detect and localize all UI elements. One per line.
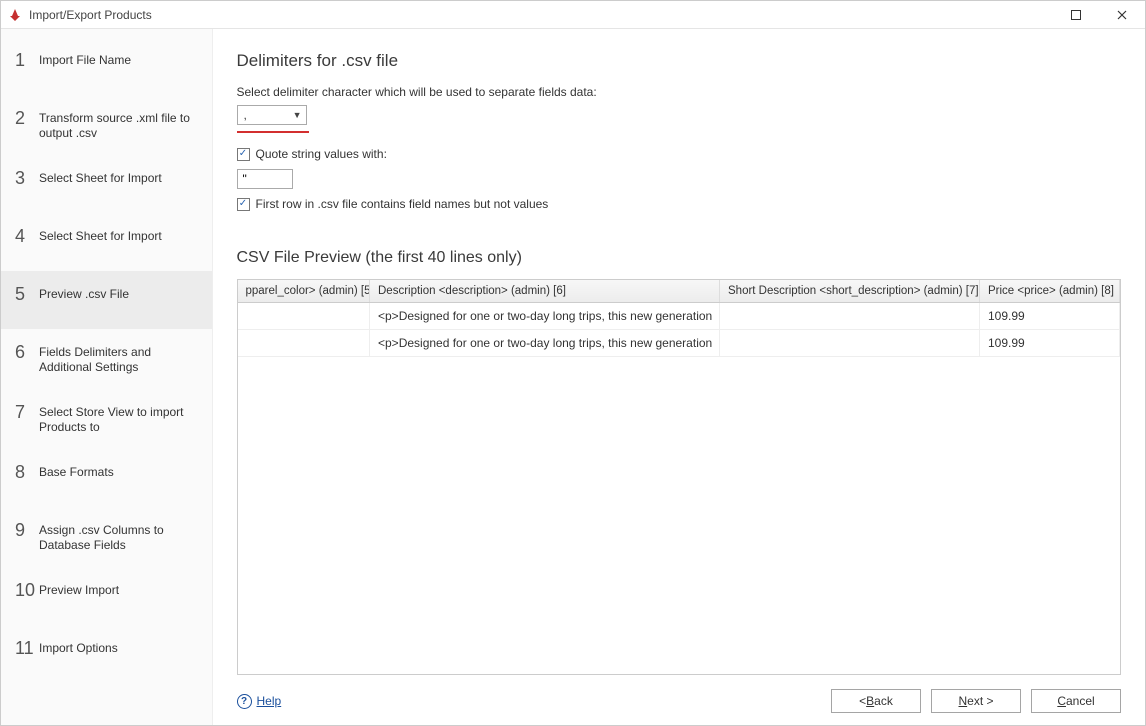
step-label: Select Store View to import Products to xyxy=(39,403,200,435)
step-label: Fields Delimiters and Additional Setting… xyxy=(39,343,200,375)
main-content: Delimiters for .csv file Select delimite… xyxy=(213,29,1146,725)
step-number: 8 xyxy=(15,463,39,481)
column-header[interactable]: Short Description <short_description> (a… xyxy=(720,280,980,303)
step-number: 3 xyxy=(15,169,39,187)
step-number: 11 xyxy=(15,639,39,657)
cell: 109.99 xyxy=(980,303,1120,330)
step-label: Import Options xyxy=(39,639,200,656)
step-2[interactable]: 2 Transform source .xml file to output .… xyxy=(1,95,212,155)
table-row[interactable]: <p>Designed for one or two-day long trip… xyxy=(238,303,1120,330)
column-header[interactable]: pparel_color> (admin) [5] xyxy=(238,280,370,303)
step-4[interactable]: 4 Select Sheet for Import xyxy=(1,213,212,271)
column-header[interactable]: Description <description> (admin) [6] xyxy=(370,280,720,303)
step-label: Base Formats xyxy=(39,463,200,480)
step-number: 10 xyxy=(15,581,39,599)
wizard-steps-sidebar: 1 Import File Name 2 Transform source .x… xyxy=(1,29,213,725)
page-title: Delimiters for .csv file xyxy=(237,51,1122,71)
title-bar: Import/Export Products xyxy=(1,1,1145,29)
chevron-down-icon: ▼ xyxy=(293,110,302,120)
step-9[interactable]: 9 Assign .csv Columns to Database Fields xyxy=(1,507,212,567)
table-row[interactable]: <p>Designed for one or two-day long trip… xyxy=(238,330,1120,357)
step-number: 2 xyxy=(15,109,39,127)
help-label: Help xyxy=(257,694,282,708)
step-number: 7 xyxy=(15,403,39,421)
step-1[interactable]: 1 Import File Name xyxy=(1,37,212,95)
window-title: Import/Export Products xyxy=(29,8,152,22)
maximize-button[interactable] xyxy=(1053,1,1099,29)
cell: 109.99 xyxy=(980,330,1120,357)
help-icon: ? xyxy=(237,694,252,709)
quote-char-input[interactable] xyxy=(237,169,293,189)
step-7[interactable]: 7 Select Store View to import Products t… xyxy=(1,389,212,449)
cell: <p>Designed for one or two-day long trip… xyxy=(370,303,720,330)
step-label: Import File Name xyxy=(39,51,200,68)
step-label: Assign .csv Columns to Database Fields xyxy=(39,521,200,553)
cell xyxy=(238,330,370,357)
quote-values-checkbox[interactable]: ✓ xyxy=(237,148,250,161)
back-button[interactable]: < Back xyxy=(831,689,921,713)
delimiter-instruction: Select delimiter character which will be… xyxy=(237,85,1122,99)
step-number: 4 xyxy=(15,227,39,245)
step-label: Preview .csv File xyxy=(39,285,200,302)
step-label: Select Sheet for Import xyxy=(39,169,200,186)
csv-preview-table: pparel_color> (admin) [5] Description <d… xyxy=(237,279,1122,675)
step-number: 9 xyxy=(15,521,39,539)
step-6[interactable]: 6 Fields Delimiters and Additional Setti… xyxy=(1,329,212,389)
step-number: 5 xyxy=(15,285,39,303)
first-row-fieldnames-label: First row in .csv file contains field na… xyxy=(256,197,549,211)
cell: <p>Designed for one or two-day long trip… xyxy=(370,330,720,357)
cell xyxy=(720,303,980,330)
step-number: 1 xyxy=(15,51,39,69)
step-5[interactable]: 5 Preview .csv File xyxy=(1,271,212,329)
delimiter-value: , xyxy=(244,108,247,122)
quote-values-label: Quote string values with: xyxy=(256,147,387,161)
cancel-button[interactable]: Cancel xyxy=(1031,689,1121,713)
help-link[interactable]: ? Help xyxy=(237,694,282,709)
step-label: Select Sheet for Import xyxy=(39,227,200,244)
step-11[interactable]: 11 Import Options xyxy=(1,625,212,683)
step-10[interactable]: 10 Preview Import xyxy=(1,567,212,625)
cell xyxy=(720,330,980,357)
step-3[interactable]: 3 Select Sheet for Import xyxy=(1,155,212,213)
next-button[interactable]: Next > xyxy=(931,689,1021,713)
delimiter-select[interactable]: , ▼ xyxy=(237,105,307,125)
wizard-footer: ? Help < Back Next > Cancel xyxy=(237,675,1122,713)
app-icon xyxy=(7,7,23,23)
step-label: Transform source .xml file to output .cs… xyxy=(39,109,200,141)
close-button[interactable] xyxy=(1099,1,1145,29)
first-row-fieldnames-checkbox[interactable]: ✓ xyxy=(237,198,250,211)
cell xyxy=(238,303,370,330)
highlight-underline xyxy=(237,131,309,133)
column-header[interactable]: Price <price> (admin) [8] xyxy=(980,280,1120,303)
csv-preview-title: CSV File Preview (the first 40 lines onl… xyxy=(237,249,1122,267)
step-8[interactable]: 8 Base Formats xyxy=(1,449,212,507)
step-number: 6 xyxy=(15,343,39,361)
step-label: Preview Import xyxy=(39,581,200,598)
